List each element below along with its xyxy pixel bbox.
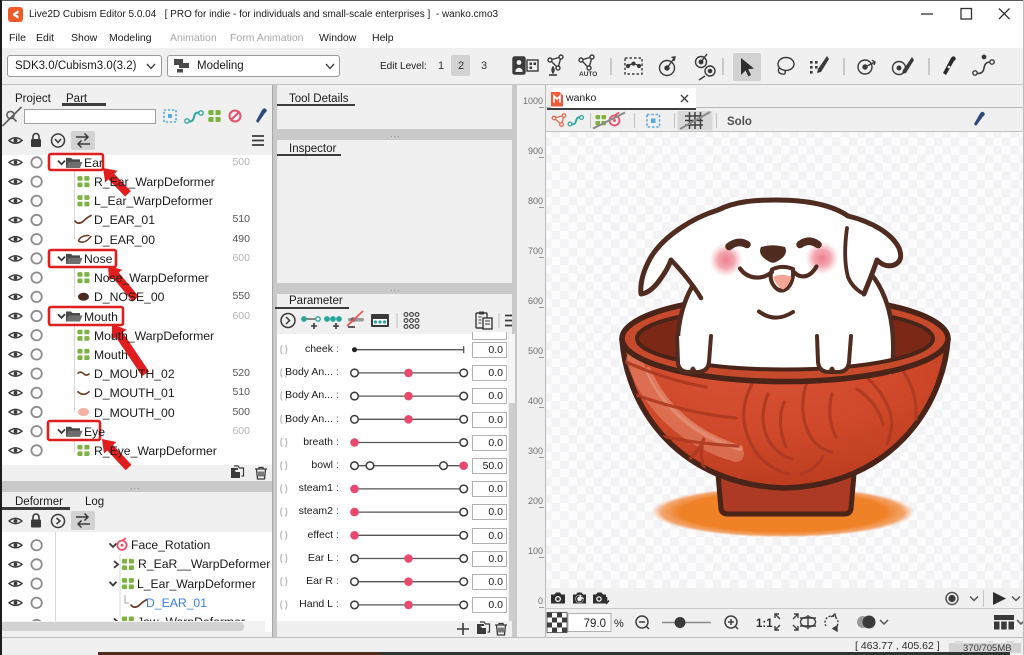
svg-text:AUTO: AUTO — [579, 71, 597, 78]
svg-text:Solo: Solo — [727, 116, 752, 128]
svg-text:0: 0 — [538, 596, 543, 606]
svg-text:1000: 1000 — [523, 96, 543, 106]
svg-text:200: 200 — [528, 496, 543, 506]
svg-text:600: 600 — [528, 296, 543, 306]
svg-text:900: 900 — [528, 146, 543, 156]
svg-text:79.0: 79.0 — [584, 618, 606, 630]
svg-text:400: 400 — [528, 396, 543, 406]
svg-text:300: 300 — [528, 446, 543, 456]
svg-text:1:1: 1:1 — [756, 618, 773, 630]
svg-text:100: 100 — [528, 546, 543, 556]
svg-text:%: % — [614, 618, 624, 630]
svg-text:700: 700 — [528, 246, 543, 256]
svg-text:500: 500 — [528, 346, 543, 356]
svg-text:800: 800 — [528, 196, 543, 206]
